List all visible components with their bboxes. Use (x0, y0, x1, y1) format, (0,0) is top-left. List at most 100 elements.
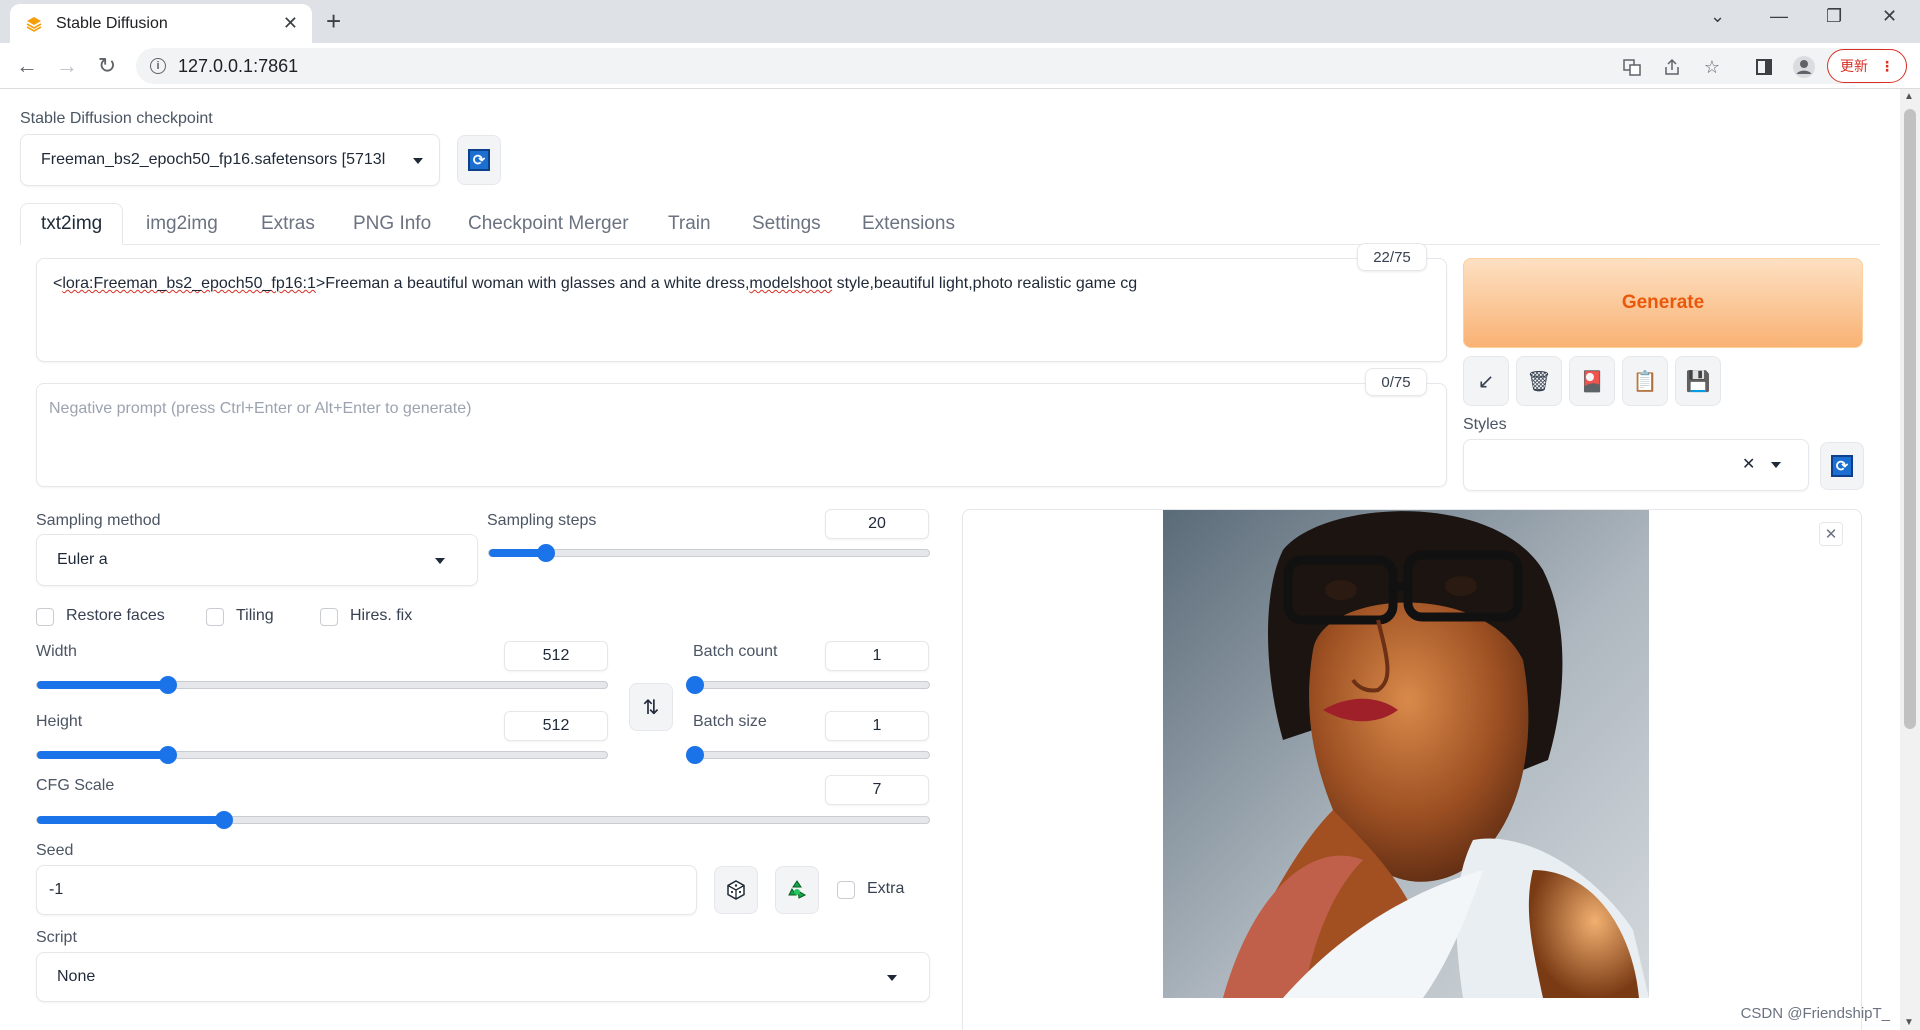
sampling-method-dropdown[interactable]: Euler a (36, 534, 478, 586)
swap-dimensions-icon[interactable]: ⇅ (629, 683, 673, 731)
batch-count-input[interactable]: 1 (825, 641, 929, 671)
generate-button[interactable]: Generate (1463, 258, 1863, 348)
negative-prompt-placeholder: Negative prompt (press Ctrl+Enter or Alt… (49, 400, 472, 417)
tab-png-info[interactable]: PNG Info (353, 203, 431, 245)
restore-button[interactable]: ❐ (1826, 6, 1842, 27)
seed-value: -1 (49, 881, 64, 898)
new-tab-button[interactable]: + (326, 6, 341, 37)
scroll-up-icon[interactable]: ▲ (1904, 91, 1914, 102)
hires-fix-label: Hires. fix (350, 607, 413, 624)
scroll-down-icon[interactable]: ▼ (1904, 1017, 1914, 1028)
seed-input[interactable]: -1 (36, 865, 697, 915)
chevron-down-icon (413, 158, 423, 164)
batch-size-input[interactable]: 1 (825, 711, 929, 741)
slider-handle[interactable] (159, 746, 178, 764)
slider-handle[interactable] (686, 676, 704, 694)
minimize-button[interactable]: — (1770, 6, 1788, 27)
script-value: None (57, 968, 96, 985)
restore-faces-label: Restore faces (66, 607, 165, 624)
url-text: 127.0.0.1:7861 (178, 55, 299, 76)
tab-settings[interactable]: Settings (752, 203, 821, 245)
batch-size-slider[interactable] (686, 746, 930, 764)
generated-image[interactable] (1163, 510, 1649, 998)
checkpoint-label: Stable Diffusion checkpoint (20, 110, 213, 127)
reuse-seed-button[interactable] (775, 866, 819, 914)
refresh-icon: ⟳ (468, 149, 490, 171)
site-info-icon[interactable]: i (150, 58, 166, 74)
sampling-steps-label: Sampling steps (487, 512, 597, 529)
height-slider[interactable] (36, 746, 608, 764)
slider-handle[interactable] (159, 676, 178, 694)
back-arrow-icon[interactable]: ← (12, 51, 42, 81)
forward-arrow-icon[interactable]: → (52, 51, 82, 81)
batch-count-slider[interactable] (686, 676, 930, 694)
cfg-scale-input[interactable]: 7 (825, 775, 929, 805)
batch-count-label: Batch count (693, 643, 778, 660)
update-label: 更新 (1840, 58, 1868, 74)
chevron-down-icon (887, 975, 897, 981)
height-input[interactable]: 512 (504, 711, 608, 741)
extra-seed-checkbox[interactable] (837, 881, 855, 899)
extra-networks-icon[interactable]: 🎴 (1569, 356, 1615, 406)
tab-extras[interactable]: Extras (261, 203, 315, 245)
sampling-method-value: Euler a (57, 551, 108, 568)
negative-prompt-textarea[interactable]: Negative prompt (press Ctrl+Enter or Alt… (36, 383, 1447, 487)
reload-icon[interactable]: ↻ (92, 51, 122, 81)
sampling-steps-input[interactable]: 20 (825, 509, 929, 539)
output-gallery: ✕ (962, 509, 1862, 1030)
page-scrollbar[interactable]: ▲ ▼ (1900, 89, 1920, 1030)
dice-icon (727, 880, 745, 900)
main-tabs: txt2img img2img Extras PNG Info Checkpoi… (20, 203, 1880, 245)
browser-update-button[interactable]: 更新 ⋮ (1827, 49, 1907, 83)
restore-faces-checkbox[interactable] (36, 608, 54, 626)
paste-arrow-icon[interactable]: ↙ (1463, 356, 1509, 406)
browser-tabstrip: Stable Diffusion ✕ + ⌄ — ❐ ✕ (0, 0, 1920, 43)
tab-close-icon[interactable]: ✕ (283, 13, 298, 34)
slider-handle[interactable] (686, 746, 704, 764)
trash-icon[interactable]: 🗑 (1516, 356, 1562, 406)
cfg-scale-label: CFG Scale (36, 777, 115, 794)
sampling-steps-slider[interactable] (488, 544, 930, 562)
prompt-textarea[interactable]: <lora:Freeman_bs2_epoch50_fp16:1>Freeman… (36, 258, 1447, 362)
random-seed-button[interactable] (714, 866, 758, 914)
scrollbar-thumb[interactable] (1904, 109, 1916, 729)
tab-checkpoint-merger[interactable]: Checkpoint Merger (468, 203, 629, 245)
tab-img2img[interactable]: img2img (146, 203, 218, 245)
clear-styles-icon[interactable]: ✕ (1742, 454, 1755, 474)
browser-menu-icon[interactable]: ⋮ (1880, 58, 1894, 75)
save-style-icon[interactable]: 💾 (1675, 356, 1721, 406)
profile-avatar-icon[interactable] (1792, 55, 1816, 79)
translate-icon[interactable] (1620, 55, 1644, 79)
browser-tab[interactable]: Stable Diffusion ✕ (10, 4, 312, 43)
hires-fix-checkbox[interactable] (320, 608, 338, 626)
checkpoint-dropdown[interactable]: Freeman_bs2_epoch50_fp16.safetensors [57… (20, 134, 440, 186)
slider-handle[interactable] (537, 544, 556, 562)
seed-label: Seed (36, 842, 74, 859)
refresh-checkpoint-button[interactable]: ⟳ (457, 135, 501, 185)
tab-txt2img[interactable]: txt2img (20, 203, 124, 245)
tab-search-icon[interactable]: ⌄ (1710, 6, 1725, 27)
refresh-styles-button[interactable]: ⟳ (1820, 442, 1864, 490)
chevron-down-icon (1771, 462, 1781, 468)
close-gallery-icon[interactable]: ✕ (1819, 522, 1843, 546)
close-window-button[interactable]: ✕ (1882, 6, 1897, 27)
width-input[interactable]: 512 (504, 641, 608, 671)
tab-extensions[interactable]: Extensions (862, 203, 955, 245)
script-dropdown[interactable]: None (36, 952, 930, 1002)
bookmark-star-icon[interactable]: ☆ (1700, 55, 1724, 79)
refresh-icon: ⟳ (1831, 455, 1853, 477)
tab-train[interactable]: Train (668, 203, 711, 245)
slider-handle[interactable] (215, 811, 234, 829)
side-panel-icon[interactable] (1752, 55, 1776, 79)
cfg-scale-slider[interactable] (36, 811, 930, 829)
styles-dropdown[interactable]: ✕ (1463, 439, 1809, 491)
sampling-method-label: Sampling method (36, 512, 161, 529)
clipboard-icon[interactable]: 📋 (1622, 356, 1668, 406)
share-icon[interactable] (1660, 55, 1684, 79)
prompt-text: <lora:Freeman_bs2_epoch50_fp16:1>Freeman… (53, 275, 1138, 292)
width-slider[interactable] (36, 676, 608, 694)
tiling-checkbox[interactable] (206, 608, 224, 626)
chevron-down-icon (435, 558, 445, 564)
styles-label: Styles (1463, 416, 1507, 433)
checkpoint-value: Freeman_bs2_epoch50_fp16.safetensors [57… (41, 151, 386, 168)
